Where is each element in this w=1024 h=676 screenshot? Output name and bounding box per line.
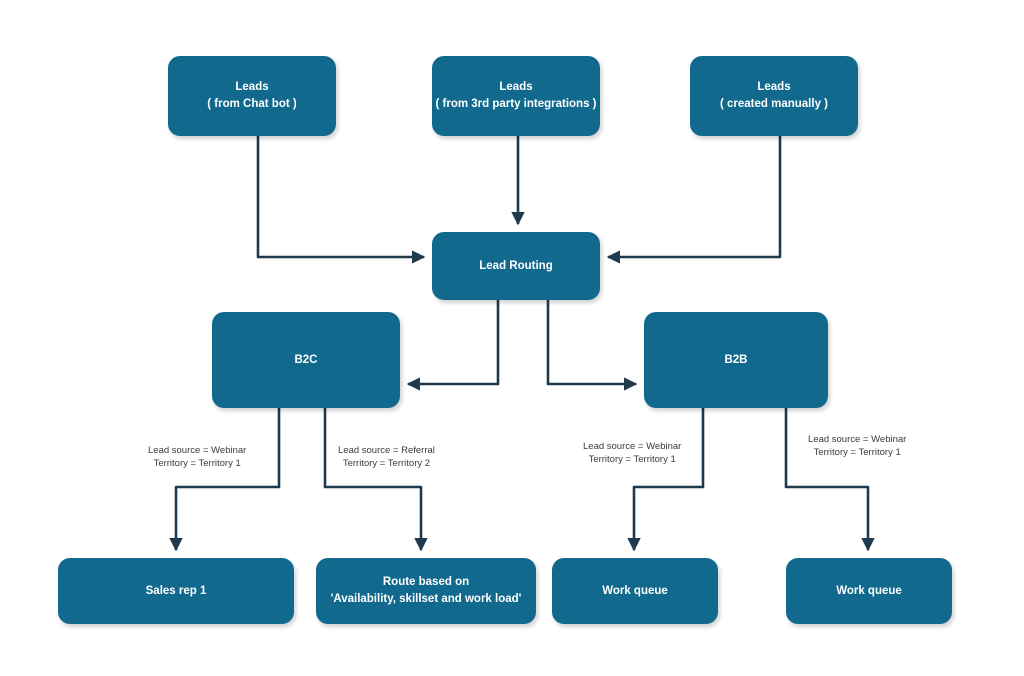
edge-label-line: Territory = Territory 1 bbox=[153, 457, 241, 469]
route-based-on-node[interactable]: Route based on 'Availability, skillset an… bbox=[316, 558, 536, 624]
node-label: Leads ( from 3rd party integrations ) bbox=[435, 79, 596, 112]
edge-label-line: Lead source = Webinar bbox=[808, 434, 907, 445]
node-label: B2B bbox=[724, 352, 747, 369]
node-label-line: Work queue bbox=[602, 584, 668, 597]
node-label-line: 'Availability, skillset and work load' bbox=[330, 593, 522, 605]
b2c-node[interactable]: B2C bbox=[212, 312, 400, 408]
edge-label-line: Territory = Territory 2 bbox=[342, 457, 431, 469]
leads-created-manually-node[interactable]: Leads ( created manually ) bbox=[690, 56, 858, 136]
b2b-node[interactable]: B2B bbox=[644, 312, 828, 408]
node-label-line: B2B bbox=[724, 353, 748, 366]
edge-label-line: Territory = Territory 1 bbox=[813, 446, 901, 458]
work-queue-2-node[interactable]: Work queue bbox=[786, 558, 952, 624]
node-label: Leads ( created manually ) bbox=[720, 79, 828, 112]
edge-chatbot-to-lead-routing bbox=[256, 136, 426, 264]
edge-label-b2b-work-queue-1: Lead source = Webinar Territory = Territo… bbox=[583, 441, 681, 467]
edge-b2c-to-route-based-on bbox=[323, 408, 428, 552]
node-label: Work queue bbox=[836, 583, 902, 600]
node-label: Sales rep 1 bbox=[146, 583, 207, 600]
node-label-line: Leads bbox=[499, 81, 533, 94]
node-label: Route based on 'Availability, skillset an… bbox=[331, 574, 522, 607]
node-label-line: Leads bbox=[235, 81, 269, 94]
edge-label-line: Territory = Territory 1 bbox=[588, 453, 676, 465]
edge-lead-routing-to-b2b bbox=[546, 300, 638, 391]
edge-b2b-to-work-queue-2 bbox=[784, 408, 875, 552]
node-label-line: ( from 3rd party integrations ) bbox=[435, 98, 597, 110]
node-label: Lead Routing bbox=[479, 258, 552, 275]
edge-manual-to-lead-routing bbox=[606, 136, 782, 264]
node-label-line: B2C bbox=[294, 353, 318, 366]
edge-b2c-to-sales-rep-1 bbox=[169, 408, 281, 552]
edge-label-b2c-sales-rep: Lead source = Webinar Territory = Territo… bbox=[148, 445, 246, 471]
work-queue-1-node[interactable]: Work queue bbox=[552, 558, 718, 624]
leads-from-chat-bot-node[interactable]: Leads ( from Chat bot ) bbox=[168, 56, 336, 136]
node-label-line: Leads bbox=[757, 81, 791, 94]
node-label: Leads ( from Chat bot ) bbox=[207, 79, 296, 112]
edge-label-line: Lead source = Webinar bbox=[148, 445, 247, 456]
edge-label-line: Lead source = Webinar bbox=[583, 441, 682, 452]
node-label-line: Route based on bbox=[382, 576, 470, 589]
edge-label-b2b-work-queue-2: Lead source = Webinar Territory = Territo… bbox=[808, 434, 906, 460]
flowchart-canvas: Leads ( from Chat bot ) Leads ( from 3rd pa… bbox=[0, 0, 1024, 676]
node-label-line: ( created manually ) bbox=[719, 98, 828, 110]
node-label: Work queue bbox=[602, 583, 668, 600]
node-label-line: Lead Routing bbox=[479, 259, 553, 272]
edge-b2b-to-work-queue-1 bbox=[627, 408, 705, 552]
node-label-line: Work queue bbox=[836, 584, 902, 597]
node-label-line: Sales rep 1 bbox=[145, 584, 207, 597]
leads-from-third-party-node[interactable]: Leads ( from 3rd party integrations ) bbox=[432, 56, 600, 136]
edge-lead-routing-to-b2c bbox=[406, 300, 500, 391]
sales-rep-1-node[interactable]: Sales rep 1 bbox=[58, 558, 294, 624]
edge-label-line: Lead source = Referral bbox=[338, 445, 435, 456]
edge-label-b2c-route-based: Lead source = Referral Territory = Territ… bbox=[338, 445, 435, 471]
lead-routing-node[interactable]: Lead Routing bbox=[432, 232, 600, 300]
node-label-line: ( from Chat bot ) bbox=[207, 98, 297, 110]
node-label: B2C bbox=[294, 352, 317, 369]
